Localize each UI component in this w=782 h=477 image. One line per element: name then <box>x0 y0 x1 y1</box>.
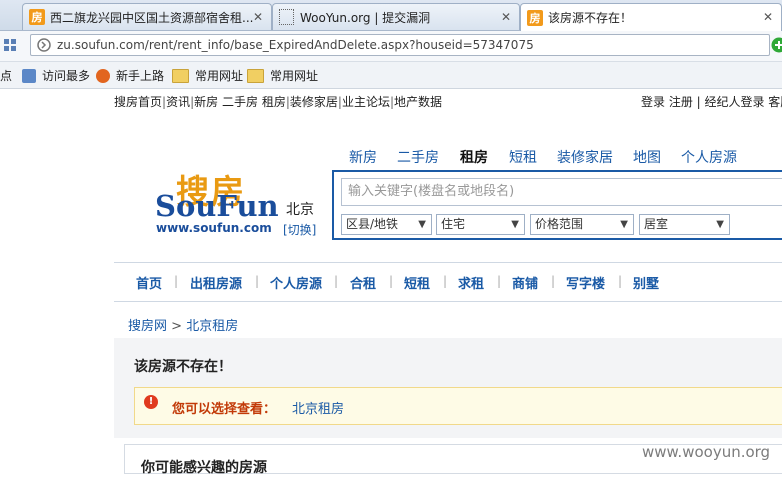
search-panel: 输入关键字(楼盘名或地段名) 区县/地铁 ▼ 住宅 ▼ 价格范围 ▼ 居室 ▼ <box>332 170 782 240</box>
bookmark-label: 常用网址 <box>270 67 318 84</box>
menu-office[interactable]: 写字楼 <box>566 273 605 292</box>
site-top-links: 搜房首页|资讯|新房 二手房 租房|装修家居|业主论坛|地产数据 <box>114 93 442 110</box>
breadcrumb: 搜房网 > 北京租房 <box>128 315 238 334</box>
firefox-icon <box>96 69 110 83</box>
recommended-heading: 你可能感兴趣的房源 <box>141 457 267 477</box>
menu-personal[interactable]: 个人房源 <box>270 273 322 292</box>
most-visited-icon <box>22 69 36 83</box>
select-value: 价格范围 <box>535 217 583 231</box>
grid-icon[interactable] <box>4 39 16 51</box>
add-icon[interactable] <box>771 37 782 53</box>
breadcrumb-current[interactable]: 北京租房 <box>186 319 238 334</box>
fang-favicon-icon: 房 <box>527 10 543 26</box>
menu-divider: | <box>334 274 338 288</box>
bookmark-label: 访问最多 <box>42 67 90 84</box>
menu-rent-listings[interactable]: 出租房源 <box>190 273 242 292</box>
select-value: 居室 <box>644 217 668 231</box>
menu-shared[interactable]: 合租 <box>350 273 376 292</box>
logo-english: SouFun <box>155 189 279 223</box>
login-links[interactable]: 登录 注册 | 经纪人登录 客服 <box>641 93 782 110</box>
city-switch-link[interactable]: [切换] <box>283 221 316 238</box>
top-link-forum[interactable]: 业主论坛 <box>342 95 390 109</box>
bookmark-label: 新手上路 <box>116 67 164 84</box>
district-select[interactable]: 区县/地铁 ▼ <box>341 214 432 235</box>
top-link-news[interactable]: 资讯 <box>166 95 190 109</box>
top-link-decor[interactable]: 装修家居 <box>290 95 338 109</box>
tab-shortrent[interactable]: 短租 <box>509 147 537 167</box>
select-value: 住宅 <box>441 217 465 231</box>
menu-divider: | <box>389 274 393 288</box>
tab-title: WooYun.org | 提交漏洞 <box>300 9 430 26</box>
address-bar[interactable]: zu.soufun.com/rent/rent_info/base_Expire… <box>30 34 770 56</box>
menu-villa[interactable]: 别墅 <box>633 273 659 292</box>
top-link-secondhand[interactable]: 二手房 <box>222 95 258 109</box>
tab-newhouse[interactable]: 新房 <box>349 147 377 167</box>
breadcrumb-separator: > <box>171 319 182 334</box>
chevron-down-icon: ▼ <box>511 215 519 234</box>
bookmark-folder-1[interactable]: 常用网址 <box>172 67 243 84</box>
bookmark-label: 常用网址 <box>195 67 243 84</box>
menu-divider: | <box>497 274 501 288</box>
menu-divider: | <box>174 274 178 288</box>
notice-link-beijing-rent[interactable]: 北京租房 <box>292 398 344 417</box>
chevron-down-icon: ▼ <box>620 215 628 234</box>
top-link-home[interactable]: 搜房首页 <box>114 95 162 109</box>
menu-home[interactable]: 首页 <box>136 273 162 292</box>
chevron-down-icon: ▼ <box>418 215 426 234</box>
menu-divider: | <box>255 274 259 288</box>
tab-personal[interactable]: 个人房源 <box>681 147 737 167</box>
bookmark-folder-2[interactable]: 常用网址 <box>247 67 318 84</box>
browser-tab-3-active[interactable]: 房 该房源不存在！ ✕ <box>520 3 782 31</box>
menu-shortrent[interactable]: 短租 <box>404 273 430 292</box>
tab-map[interactable]: 地图 <box>633 147 661 167</box>
menu-wanted[interactable]: 求租 <box>458 273 484 292</box>
notice-label: 您可以选择查看： <box>172 398 276 417</box>
menu-divider: | <box>443 274 447 288</box>
top-link-data[interactable]: 地产数据 <box>394 95 442 109</box>
logo-url: www.soufun.com <box>156 221 272 235</box>
browser-tab-1[interactable]: 房 西二旗龙兴园中区国土资源部宿舍租... ✕ <box>22 3 272 30</box>
folder-icon <box>247 69 264 83</box>
browser-tab-2[interactable]: WooYun.org | 提交漏洞 ✕ <box>272 3 520 30</box>
menu-divider: | <box>618 274 622 288</box>
chevron-down-icon: ▼ <box>716 215 724 234</box>
url-text: zu.soufun.com/rent/rent_info/base_Expire… <box>57 38 534 52</box>
search-input[interactable]: 输入关键字(楼盘名或地段名) <box>341 178 782 206</box>
menu-shops[interactable]: 商铺 <box>512 273 538 292</box>
room-select[interactable]: 居室 ▼ <box>639 214 730 235</box>
tab-decor[interactable]: 装修家居 <box>557 147 613 167</box>
bookmark-most-visited[interactable]: 访问最多 <box>22 67 90 84</box>
watermark-text: www.wooyun.org <box>642 443 770 461</box>
page-title: 该房源不存在！ <box>134 356 232 376</box>
top-link-rent[interactable]: 租房 <box>262 95 286 109</box>
close-tab-icon[interactable]: ✕ <box>763 10 773 24</box>
current-city: 北京 <box>286 199 314 219</box>
warning-icon: ! <box>144 395 158 409</box>
tab-title: 西二旗龙兴园中区国土资源部宿舍租... <box>50 9 253 26</box>
price-select[interactable]: 价格范围 ▼ <box>530 214 634 235</box>
type-select[interactable]: 住宅 ▼ <box>436 214 525 235</box>
top-link-newhouse[interactable]: 新房 <box>194 95 218 109</box>
breadcrumb-home[interactable]: 搜房网 <box>128 319 167 334</box>
page-favicon-icon <box>279 9 294 25</box>
menu-divider: | <box>551 274 555 288</box>
bookmark-item[interactable]: 点 <box>0 67 12 84</box>
close-tab-icon[interactable]: ✕ <box>501 10 511 24</box>
bookmarks-bar: 点 访问最多 新手上路 常用网址 常用网址 <box>0 62 782 89</box>
navigation-bar: zu.soufun.com/rent/rent_info/base_Expire… <box>0 31 782 62</box>
select-value: 区县/地铁 <box>346 217 398 231</box>
bookmark-getting-started[interactable]: 新手上路 <box>96 67 164 84</box>
folder-icon <box>172 69 189 83</box>
page-info-icon[interactable] <box>37 38 51 52</box>
tab-secondhand[interactable]: 二手房 <box>397 147 439 167</box>
tab-rent[interactable]: 租房 <box>460 147 488 167</box>
close-tab-icon[interactable]: ✕ <box>253 10 263 24</box>
tab-title: 该房源不存在！ <box>548 9 632 26</box>
fang-favicon-icon: 房 <box>29 9 45 25</box>
